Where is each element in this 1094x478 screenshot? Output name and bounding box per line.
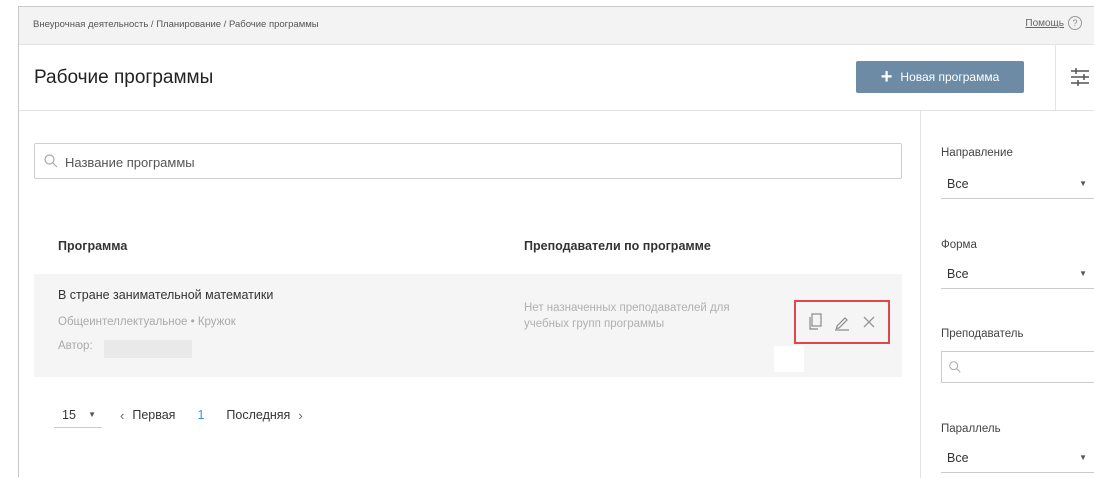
search-icon (44, 154, 58, 168)
prev-page-icon[interactable]: ‹ (120, 408, 124, 423)
last-page-link[interactable]: Последняя (226, 408, 290, 422)
main-content: Программа Преподаватели по программе В с… (19, 111, 921, 478)
filter-settings-icon[interactable] (1069, 67, 1091, 87)
program-meta: Общеинтеллектуальное • Кружок (58, 316, 236, 328)
breadcrumb[interactable]: Внеурочная деятельность / Планирование /… (33, 19, 319, 30)
row-overlay (774, 346, 804, 372)
page-header: Рабочие программы + Новая программа (19, 45, 1094, 111)
page-title: Рабочие программы (34, 67, 214, 88)
app-window: Внеурочная деятельность / Планирование /… (18, 6, 1094, 478)
column-header-teachers[interactable]: Преподаватели по программе (524, 239, 711, 253)
chevron-down-icon: ▼ (88, 410, 96, 419)
filter-panel: Направление Все ▼ Форма Все ▼ Преподават… (921, 111, 1094, 478)
filter-direction-label: Направление (941, 147, 1013, 159)
filter-form-select[interactable]: Все ▼ (941, 259, 1094, 289)
top-bar: Внеурочная деятельность / Планирование /… (19, 7, 1094, 45)
pagination: 15 ▼ ‹ Первая 1 Последняя › (34, 401, 303, 429)
edit-icon[interactable] (833, 313, 851, 331)
filter-parallel-select[interactable]: Все ▼ (941, 443, 1094, 473)
program-name[interactable]: В стране занимательной математики (58, 288, 273, 302)
filter-form-label: Форма (941, 239, 977, 251)
program-author-label: Автор: (58, 340, 93, 352)
filter-teacher-label: Преподаватель (941, 328, 1024, 340)
copy-icon[interactable] (806, 313, 824, 331)
filter-direction-select[interactable]: Все ▼ (941, 169, 1094, 199)
page-number-current[interactable]: 1 (197, 408, 204, 422)
column-header-program[interactable]: Программа (58, 239, 127, 253)
help-link[interactable]: Помощь (1025, 18, 1064, 29)
filter-parallel-value: Все (947, 450, 969, 465)
table-row[interactable]: В стране занимательной математики Общеин… (34, 274, 902, 377)
row-actions-highlight (794, 300, 890, 344)
chevron-down-icon: ▼ (1079, 269, 1087, 278)
filter-direction-value: Все (947, 176, 969, 191)
new-program-button[interactable]: + Новая программа (856, 61, 1024, 93)
filter-teacher-input[interactable] (941, 351, 1094, 383)
search-field[interactable] (34, 143, 902, 180)
filter-parallel-label: Параллель (941, 423, 1001, 435)
chevron-down-icon: ▼ (1079, 179, 1087, 188)
page-size-value: 15 (62, 407, 76, 422)
page-size-select[interactable]: 15 ▼ (54, 402, 102, 428)
author-name-redacted (104, 340, 192, 358)
search-input[interactable] (63, 144, 887, 180)
header-divider (1055, 45, 1056, 111)
delete-icon[interactable] (860, 313, 878, 331)
first-page-link[interactable]: Первая (132, 408, 175, 422)
new-program-label: Новая программа (900, 70, 1000, 84)
plus-icon: + (880, 66, 893, 88)
next-page-icon[interactable]: › (298, 408, 302, 423)
help-icon[interactable]: ? (1068, 16, 1082, 30)
program-teachers: Нет назначенных преподавателей для учебн… (524, 302, 730, 330)
filter-form-value: Все (947, 266, 969, 281)
chevron-down-icon: ▼ (1079, 453, 1087, 462)
search-icon (949, 361, 961, 373)
